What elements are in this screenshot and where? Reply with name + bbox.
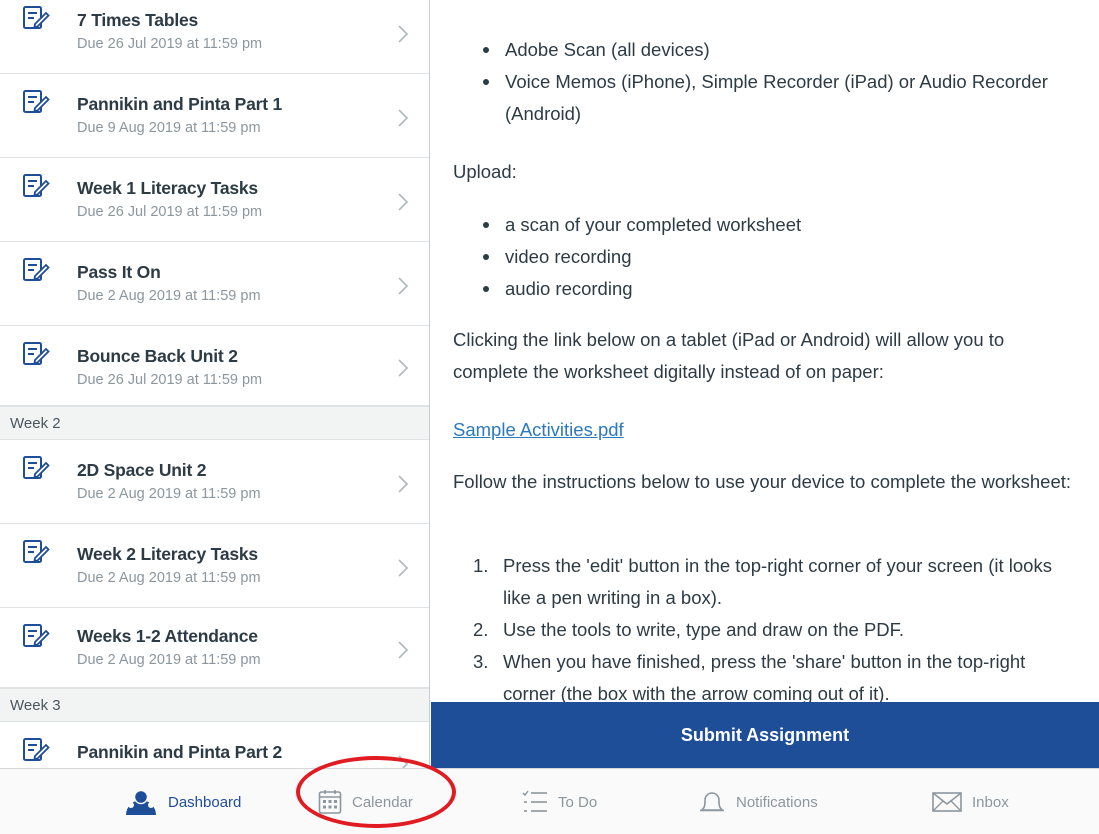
steps-list: 1. Press the 'edit' button in the top-ri…	[431, 550, 1099, 702]
tab-label: To Do	[558, 793, 598, 811]
instructions-intro: Follow the instructions below to use you…	[453, 471, 1072, 492]
assignment-icon	[23, 456, 50, 479]
list-item: a scan of your completed worksheet	[431, 209, 1099, 241]
assignment-due: Due 26 Jul 2019 at 11:59 pm	[77, 204, 263, 220]
assignment-title: Pass It On	[77, 262, 161, 282]
upload-heading: Upload:	[453, 161, 517, 182]
assignment-title: Weeks 1-2 Attendance	[77, 626, 258, 646]
tab-label: Notifications	[736, 793, 818, 811]
chevron-right-icon	[398, 359, 409, 377]
list-item[interactable]: Pannikin and Pinta Part 1 Due 9 Aug 2019…	[0, 74, 429, 158]
sample-activities-link[interactable]: Sample Activities.pdf	[453, 419, 624, 440]
assignment-due: Due 2 Aug 2019 at 11:59 pm	[77, 652, 261, 668]
chevron-right-icon	[398, 109, 409, 127]
assignment-due: Due 26 Jul 2019 at 11:59 pm	[77, 372, 263, 388]
chevron-right-icon	[398, 193, 409, 211]
assignment-due: Due 2 Aug 2019 at 11:59 pm	[77, 570, 261, 586]
list-item[interactable]: Week 2 Literacy Tasks Due 2 Aug 2019 at …	[0, 524, 429, 608]
assignment-title: Pannikin and Pinta Part 2	[77, 742, 283, 762]
list-item: video recording	[431, 241, 1099, 273]
assignment-title: 2D Space Unit 2	[77, 460, 207, 480]
assignment-icon	[23, 342, 50, 365]
chevron-right-icon	[398, 641, 409, 659]
tablet-note: Clicking the link below on a tablet (iPa…	[453, 329, 1005, 382]
tab-inbox[interactable]: Inbox	[932, 769, 1009, 834]
assignment-title: Week 1 Literacy Tasks	[77, 178, 258, 198]
section-header-week-2: Week 2	[0, 406, 429, 440]
list-item[interactable]: 2D Space Unit 2 Due 2 Aug 2019 at 11:59 …	[0, 440, 429, 524]
assignment-icon	[23, 174, 50, 197]
assignment-icon	[23, 540, 50, 563]
dashboard-icon	[126, 789, 156, 815]
upload-list: a scan of your completed worksheet video…	[431, 209, 1099, 305]
assignment-icon	[23, 624, 50, 647]
chevron-right-icon	[398, 277, 409, 295]
apps-list: Adobe Scan (all devices) Voice Memos (iP…	[431, 34, 1099, 130]
tab-notifications[interactable]: Notifications	[698, 769, 818, 834]
list-item[interactable]: Pass It On Due 2 Aug 2019 at 11:59 pm	[0, 242, 429, 326]
assignment-details: Adobe Scan (all devices) Voice Memos (iP…	[431, 0, 1099, 702]
assignment-due: Due 2 Aug 2019 at 11:59 pm	[77, 486, 261, 502]
assignment-icon	[23, 6, 50, 29]
list-item: audio recording	[431, 273, 1099, 305]
assignment-due: Due 9 Aug 2019 at 11:59 pm	[77, 120, 261, 136]
list-item[interactable]: Bounce Back Unit 2 Due 26 Jul 2019 at 11…	[0, 326, 429, 406]
list-item: Adobe Scan (all devices)	[431, 34, 1099, 66]
envelope-icon	[932, 792, 962, 812]
assignment-list: 7 Times Tables Due 26 Jul 2019 at 11:59 …	[0, 0, 430, 768]
assignment-title: Bounce Back Unit 2	[77, 346, 238, 366]
bell-icon	[700, 792, 724, 812]
list-item: 3. When you have finished, press the 'sh…	[473, 651, 1026, 702]
assignment-due: Due 2 Aug 2019 at 11:59 pm	[77, 288, 261, 304]
chevron-right-icon	[398, 559, 409, 577]
assignment-due: Due 26 Jul 2019 at 11:59 pm	[77, 36, 263, 52]
assignment-icon	[23, 738, 50, 761]
chevron-right-icon	[398, 475, 409, 493]
list-item: Voice Memos (iPhone), Simple Recorder (i…	[431, 66, 1099, 130]
list-item[interactable]: 7 Times Tables Due 26 Jul 2019 at 11:59 …	[0, 0, 429, 74]
submit-assignment-button[interactable]: Submit Assignment	[431, 702, 1099, 768]
list-item: 2. Use the tools to write, type and draw…	[473, 619, 905, 640]
bottom-tab-bar: Dashboard Calendar To Do Notifications I…	[0, 768, 1099, 834]
tab-dashboard[interactable]: Dashboard	[124, 769, 241, 834]
list-item: 1. Press the 'edit' button in the top-ri…	[473, 555, 1052, 608]
tab-label: Inbox	[972, 793, 1009, 811]
assignment-title: 7 Times Tables	[77, 10, 199, 30]
assignment-title: Week 2 Literacy Tasks	[77, 544, 258, 564]
todo-list-icon	[522, 790, 547, 812]
tab-label: Dashboard	[168, 793, 242, 811]
calendar-highlight-annotation	[296, 756, 456, 828]
chevron-right-icon	[398, 25, 409, 43]
list-item[interactable]: Weeks 1-2 Attendance Due 2 Aug 2019 at 1…	[0, 608, 429, 688]
assignment-icon	[23, 90, 50, 113]
tab-todo[interactable]: To Do	[522, 769, 597, 834]
list-item[interactable]: Week 1 Literacy Tasks Due 26 Jul 2019 at…	[0, 158, 429, 242]
assignment-icon	[23, 258, 50, 281]
assignment-title: Pannikin and Pinta Part 1	[77, 94, 283, 114]
section-header-week-3: Week 3	[0, 688, 429, 722]
